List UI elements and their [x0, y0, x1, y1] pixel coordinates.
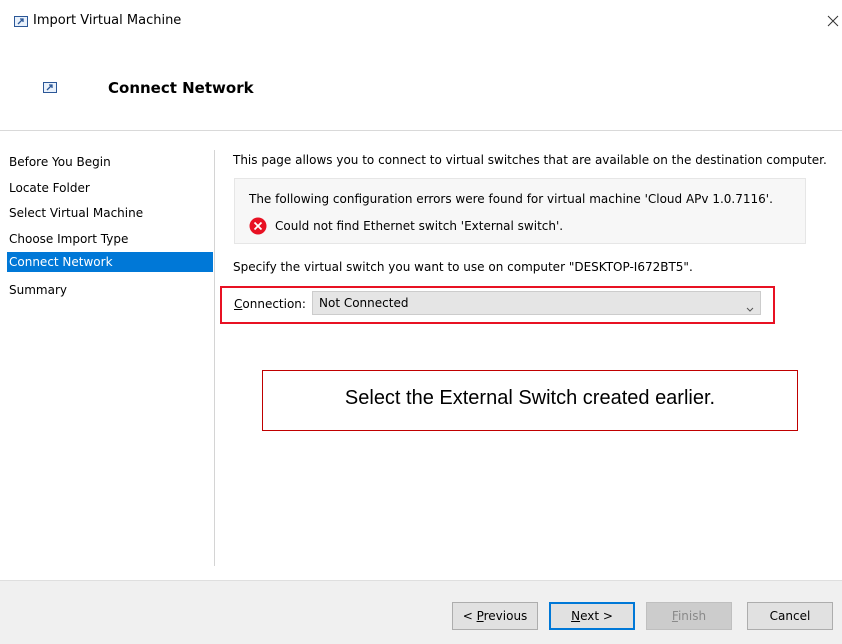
- connection-label-rest: onnection:: [242, 297, 306, 311]
- previous-button[interactable]: < Previous: [452, 602, 538, 630]
- sidebar-item-choose-import-type[interactable]: Choose Import Type: [7, 227, 213, 253]
- close-icon[interactable]: [826, 13, 840, 27]
- error-heading: The following configuration errors were …: [249, 192, 773, 206]
- cancel-button[interactable]: Cancel: [747, 602, 833, 630]
- button-bar: < Previous Next > Finish Cancel: [0, 580, 842, 644]
- error-icon: [249, 217, 267, 235]
- switch-instruction: Specify the virtual switch you want to u…: [233, 260, 693, 274]
- wizard-steps-sidebar: Before You Begin Locate Folder Select Vi…: [7, 150, 213, 304]
- window-title: Import Virtual Machine: [33, 13, 182, 28]
- sidebar-divider: [214, 150, 215, 566]
- error-message: Could not find Ethernet switch 'External…: [275, 219, 564, 233]
- finish-button[interactable]: Finish: [646, 602, 732, 630]
- previous-prefix: <: [462, 609, 477, 623]
- next-button[interactable]: Next >: [549, 602, 635, 630]
- sidebar-item-summary[interactable]: Summary: [7, 278, 213, 304]
- page-title: Connect Network: [108, 79, 254, 97]
- next-accel: N: [571, 609, 581, 623]
- connection-dropdown[interactable]: Not Connected: [312, 291, 761, 315]
- app-icon: [14, 16, 28, 27]
- previous-accel: P: [476, 609, 484, 623]
- connection-selected-value: Not Connected: [319, 296, 409, 310]
- page-icon: [43, 82, 57, 93]
- connection-label: Connection:: [234, 297, 306, 311]
- title-bar: Import Virtual Machine: [0, 0, 842, 40]
- import-vm-window: Import Virtual Machine Connect Network B…: [0, 0, 842, 644]
- sidebar-item-before-you-begin[interactable]: Before You Begin: [7, 150, 213, 176]
- header-divider: [0, 130, 842, 131]
- sidebar-item-locate-folder[interactable]: Locate Folder: [7, 176, 213, 202]
- callout-text: Select the External Switch created earli…: [344, 387, 716, 409]
- annotation-callout: Select the External Switch created earli…: [262, 370, 798, 431]
- error-panel: The following configuration errors were …: [234, 178, 806, 244]
- sidebar-item-select-virtual-machine[interactable]: Select Virtual Machine: [7, 201, 213, 227]
- previous-rest: revious: [483, 609, 528, 623]
- finish-rest: inish: [677, 609, 707, 623]
- chevron-down-icon: [745, 299, 755, 312]
- page-description: This page allows you to connect to virtu…: [233, 153, 827, 167]
- next-rest: ext >: [580, 609, 613, 623]
- sidebar-item-connect-network[interactable]: Connect Network: [7, 252, 213, 273]
